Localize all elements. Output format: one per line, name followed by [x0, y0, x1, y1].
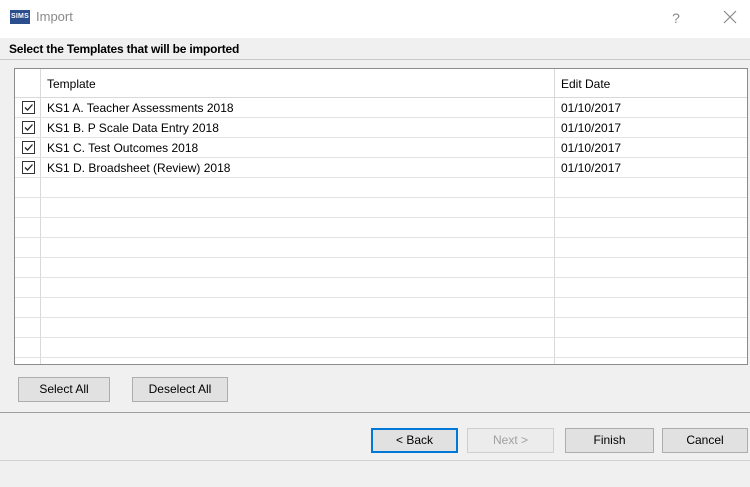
select-all-button[interactable]: Select All — [18, 377, 110, 402]
row-checkbox[interactable] — [22, 161, 35, 174]
empty-table-row — [15, 218, 747, 238]
sims-logo-icon: SIMS — [10, 10, 30, 24]
templates-grid[interactable]: Template Edit Date KS1 A. Teacher Assess… — [14, 68, 748, 365]
row-checkbox[interactable] — [22, 121, 35, 134]
close-button[interactable] — [718, 5, 742, 29]
back-button[interactable]: < Back — [371, 428, 458, 453]
table-row[interactable]: KS1 A. Teacher Assessments 2018 01/10/201… — [15, 98, 747, 118]
empty-table-row — [15, 338, 747, 358]
template-name-cell: KS1 D. Broadsheet (Review) 2018 — [47, 161, 231, 175]
edit-date-cell: 01/10/2017 — [561, 101, 622, 115]
checkmark-icon — [24, 124, 33, 131]
template-name-cell: KS1 A. Teacher Assessments 2018 — [47, 101, 234, 115]
finish-button[interactable]: Finish — [565, 428, 654, 453]
template-name-cell: KS1 C. Test Outcomes 2018 — [47, 141, 199, 155]
checkmark-icon — [24, 144, 33, 151]
cancel-button[interactable]: Cancel — [662, 428, 748, 453]
grid-rows: KS1 A. Teacher Assessments 2018 01/10/201… — [15, 98, 747, 364]
empty-table-row — [15, 198, 747, 218]
empty-table-row — [15, 358, 747, 364]
template-name-cell: KS1 B. P Scale Data Entry 2018 — [47, 121, 219, 135]
deselect-all-button[interactable]: Deselect All — [132, 377, 228, 402]
empty-table-row — [15, 278, 747, 298]
table-row[interactable]: KS1 D. Broadsheet (Review) 2018 01/10/201… — [15, 158, 747, 178]
empty-table-row — [15, 258, 747, 278]
close-icon — [723, 10, 737, 24]
table-row[interactable]: KS1 B. P Scale Data Entry 2018 01/10/2017 — [15, 118, 747, 138]
grid-header: Template Edit Date — [15, 69, 747, 98]
checkmark-icon — [24, 104, 33, 111]
checkmark-icon — [24, 164, 33, 171]
edit-date-cell: 01/10/2017 — [561, 121, 622, 135]
column-header-edit-date[interactable]: Edit Date — [561, 77, 610, 91]
window-title: Import — [36, 9, 73, 24]
row-checkbox[interactable] — [22, 101, 35, 114]
section-heading-bar: Select the Templates that will be import… — [0, 38, 750, 60]
row-checkbox[interactable] — [22, 141, 35, 154]
empty-table-row — [15, 318, 747, 338]
next-button[interactable]: Next > — [467, 428, 554, 453]
edit-date-cell: 01/10/2017 — [561, 141, 622, 155]
column-header-template[interactable]: Template — [47, 77, 96, 91]
empty-table-row — [15, 298, 747, 318]
help-button[interactable]: ? — [664, 7, 688, 29]
section-heading: Select the Templates that will be import… — [9, 42, 240, 56]
empty-table-row — [15, 238, 747, 258]
table-row[interactable]: KS1 C. Test Outcomes 2018 01/10/2017 — [15, 138, 747, 158]
status-bar-divider — [0, 460, 750, 461]
edit-date-cell: 01/10/2017 — [561, 161, 622, 175]
title-bar: SIMS Import ? — [0, 0, 750, 38]
empty-table-row — [15, 178, 747, 198]
